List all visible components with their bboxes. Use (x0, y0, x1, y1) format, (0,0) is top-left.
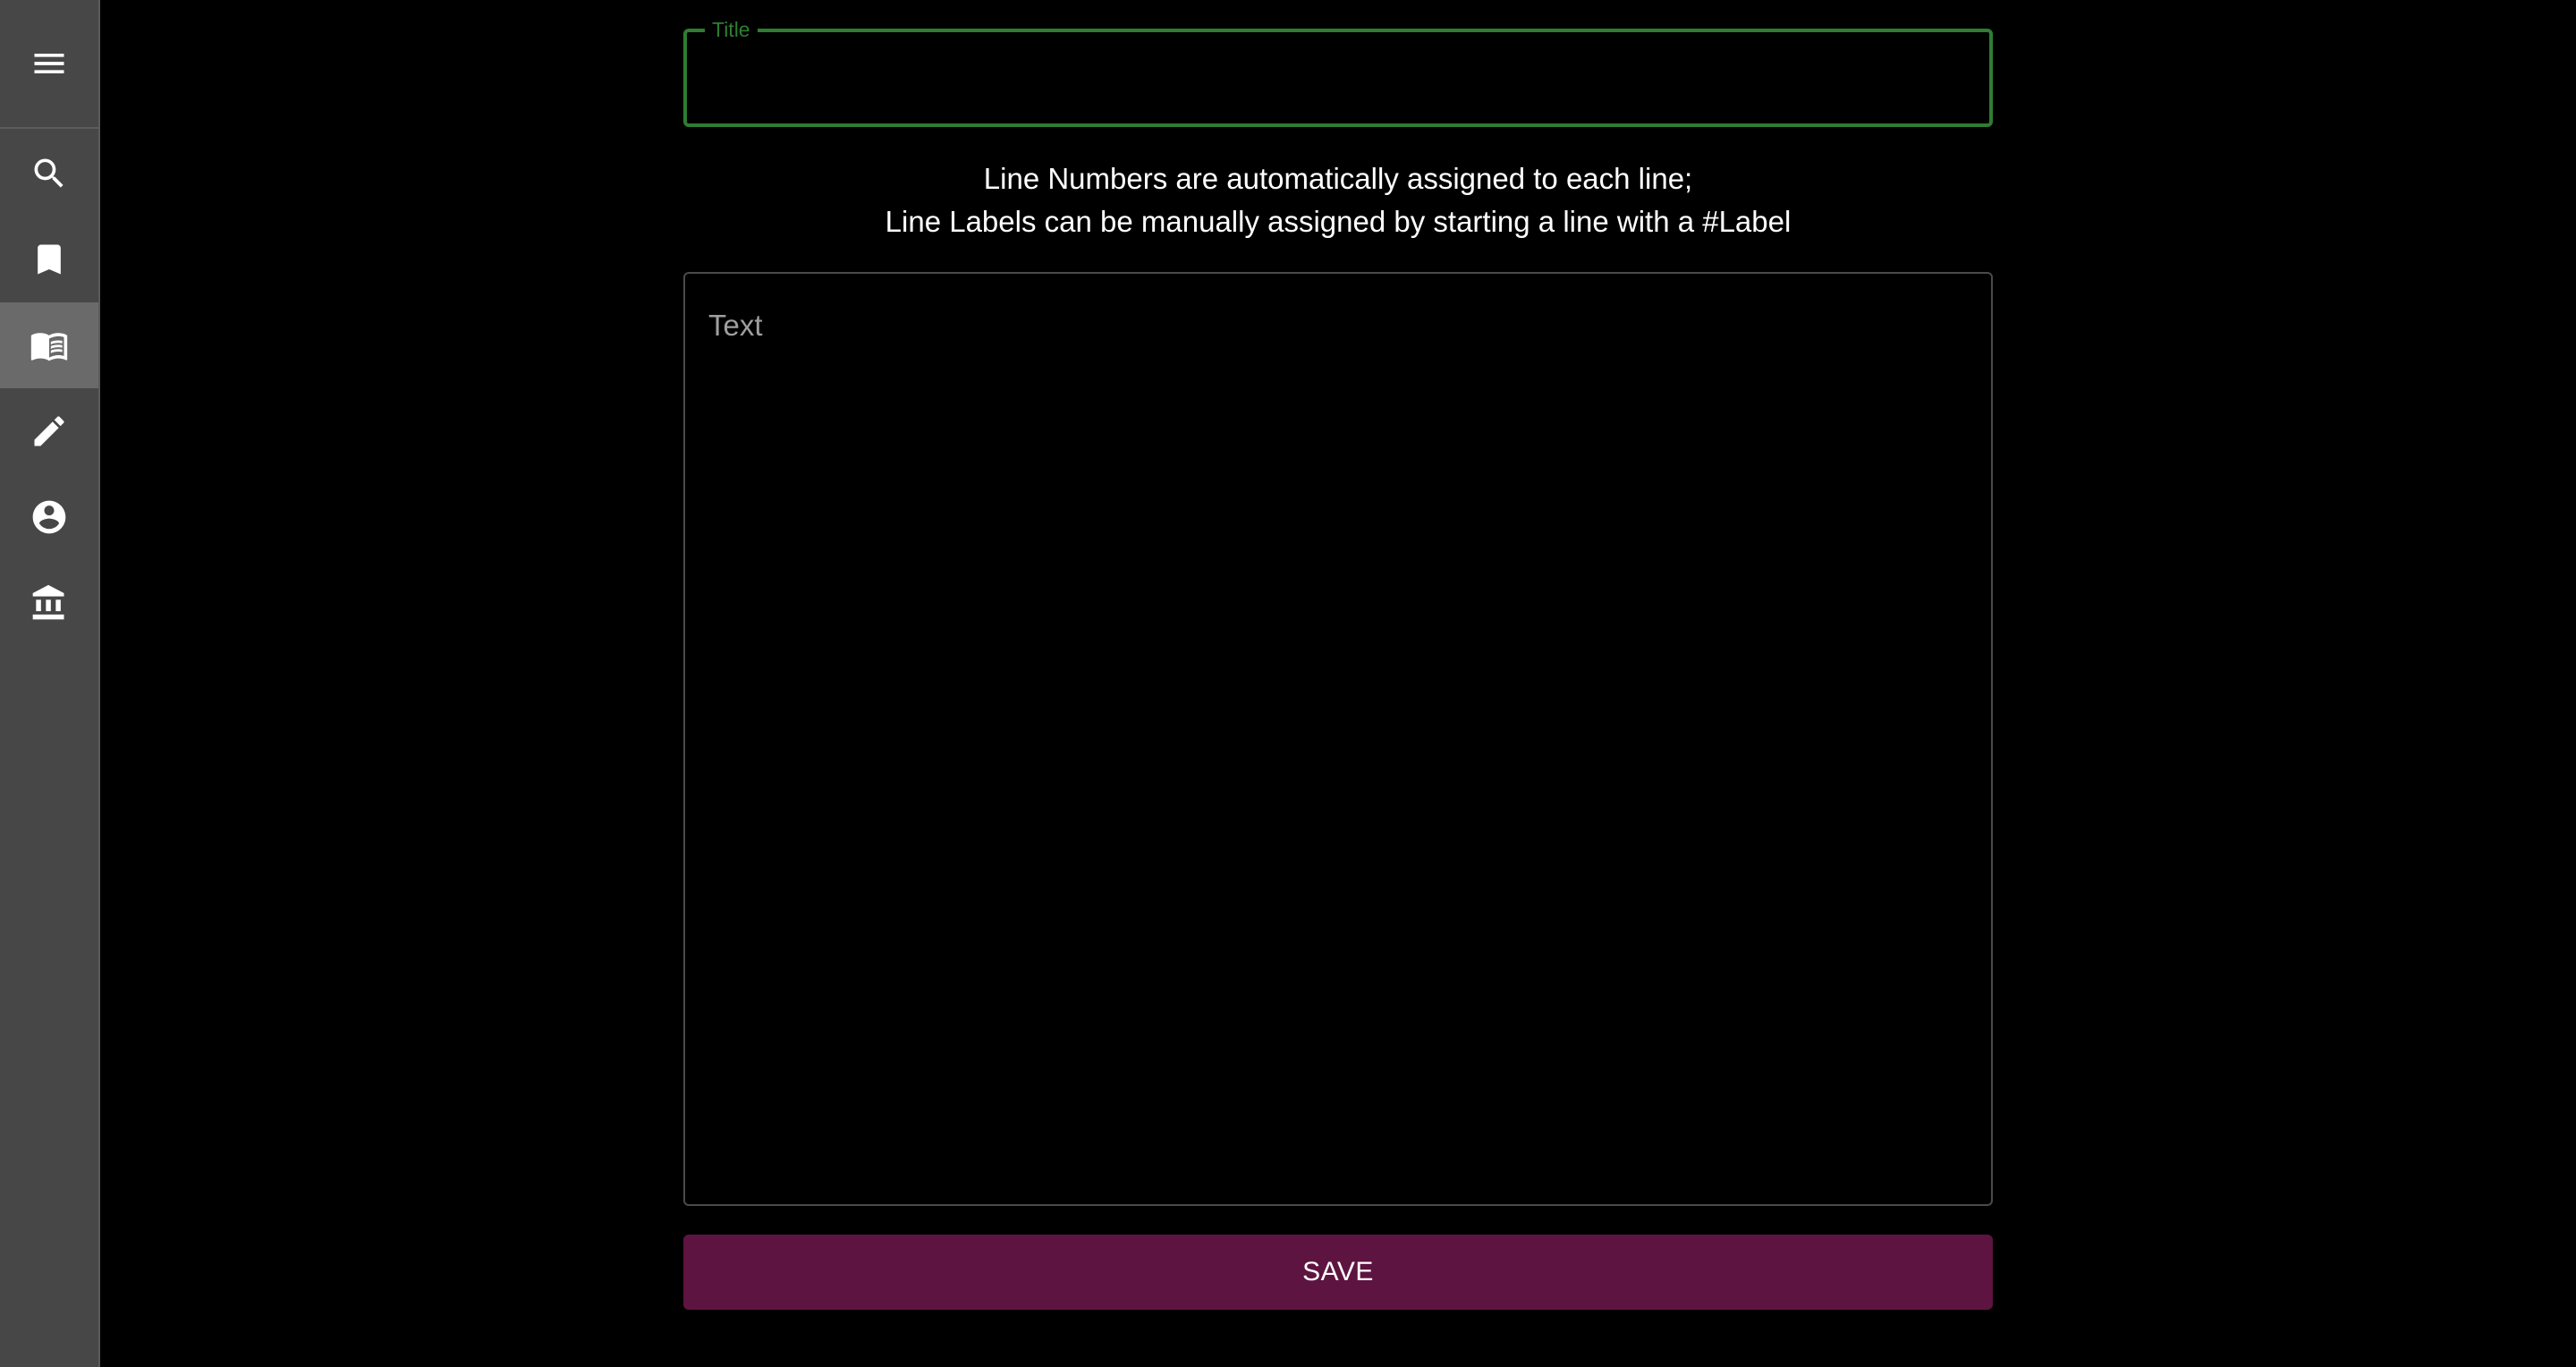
text-field (683, 272, 1993, 1206)
pencil-icon (34, 416, 64, 446)
sidebar (0, 0, 100, 1367)
sidebar-item-search[interactable] (0, 131, 98, 217)
menu-button[interactable] (0, 0, 98, 129)
account-circle-icon (32, 500, 66, 534)
help-text: Line Numbers are automatically assigned … (683, 157, 1993, 243)
sidebar-item-institution[interactable] (0, 560, 98, 646)
open-book-icon (30, 333, 68, 361)
sidebar-item-bookmarks[interactable] (0, 217, 98, 302)
hamburger-menu-icon (34, 54, 64, 73)
sidebar-item-edit[interactable] (0, 388, 98, 474)
sidebar-item-read[interactable] (0, 302, 98, 388)
title-field: Title (683, 14, 1993, 127)
save-button[interactable]: SAVE (683, 1235, 1993, 1310)
sidebar-item-account[interactable] (0, 474, 98, 560)
search-icon (34, 158, 64, 188)
title-input[interactable] (710, 50, 1966, 107)
title-field-label: Title (705, 14, 758, 45)
bookmark-icon (38, 244, 61, 275)
app-window: Title Line Numbers are automatically ass… (0, 0, 2576, 1367)
institution-icon (32, 584, 64, 620)
editor-form: Title Line Numbers are automatically ass… (683, 0, 1993, 1367)
help-line-2: Line Labels can be manually assigned by … (885, 205, 1792, 238)
text-input[interactable] (708, 306, 1961, 1183)
help-line-1: Line Numbers are automatically assigned … (983, 162, 1693, 195)
